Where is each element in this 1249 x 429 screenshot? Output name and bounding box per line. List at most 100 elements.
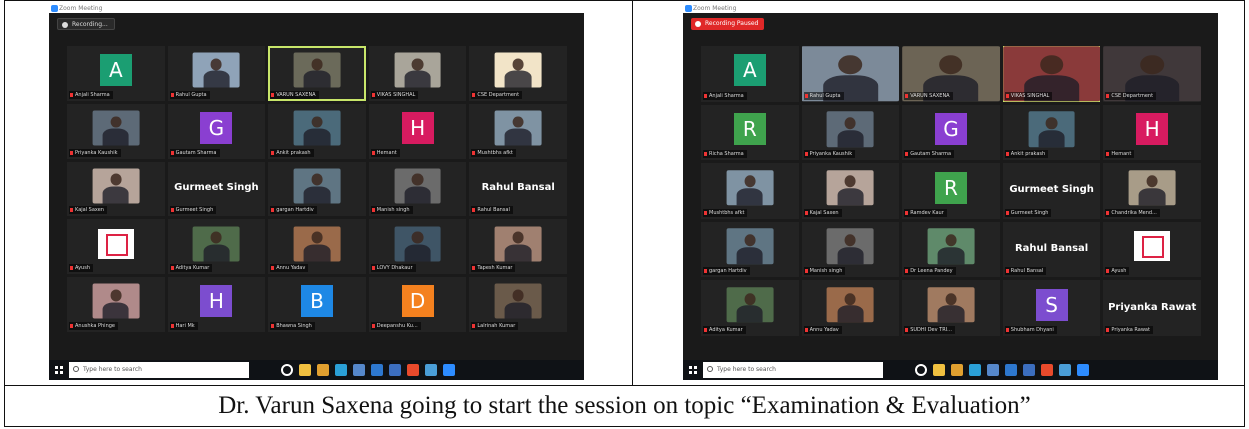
participant-name-label: CSE Department [1105, 91, 1157, 100]
participant-tile[interactable]: R Ramdev Kaur [902, 163, 1000, 219]
participant-tile[interactable]: A Anjali Sharma [67, 46, 165, 101]
participant-tile[interactable]: Rahul Bansal Rahul Bansal [1002, 221, 1101, 278]
explorer-icon[interactable] [299, 364, 311, 376]
office-icon[interactable] [1041, 364, 1053, 376]
participant-video [826, 287, 874, 323]
participant-tile[interactable]: G Gautam Sharma [167, 103, 266, 159]
participant-video [293, 168, 341, 204]
person-body-shape [505, 128, 532, 146]
participant-tile[interactable]: Aditya Kumar [701, 280, 799, 336]
participant-tile[interactable]: Rahul Gupta [167, 46, 266, 101]
participant-tile[interactable]: H Hari Mk [167, 277, 266, 332]
participant-tile[interactable]: Annu Yadav [268, 219, 366, 275]
participant-tile[interactable]: CSE Department [469, 46, 567, 101]
participant-tile[interactable]: Anushka Phinge [67, 277, 165, 332]
explorer-icon[interactable] [933, 364, 945, 376]
recording-indicator[interactable]: Recording Paused [691, 18, 765, 30]
taskbar-search-box[interactable]: Type here to search [69, 362, 249, 378]
participant-tile[interactable]: VARUN SAXENA [902, 46, 1000, 102]
taskbar-search-box[interactable]: Type here to search [703, 362, 883, 378]
mail-icon[interactable] [371, 364, 383, 376]
person-body-shape [404, 70, 431, 88]
participant-tile[interactable]: Ankit prakash [268, 103, 366, 159]
participant-tile[interactable]: VIKAS SINGHAL [368, 46, 467, 101]
participant-tile[interactable]: Kajal Saxen [801, 163, 900, 219]
edge-icon[interactable] [335, 364, 347, 376]
participant-tile[interactable]: Annu Yadav [801, 280, 900, 336]
person-body-shape [937, 246, 965, 265]
calendar-icon[interactable] [1023, 364, 1035, 376]
participant-tile[interactable]: CSE Department [1103, 46, 1201, 102]
participant-tile[interactable]: Mushtbhs afkt [469, 103, 567, 159]
participant-tile[interactable]: Aditya Kumar [167, 219, 266, 275]
file-manager-icon[interactable] [317, 364, 329, 376]
participant-tile[interactable]: A Anjali Sharma [701, 46, 799, 102]
edge-icon[interactable] [969, 364, 981, 376]
file-manager-icon[interactable] [951, 364, 963, 376]
store-icon[interactable] [353, 364, 365, 376]
participant-tile[interactable]: Ayush [1103, 221, 1201, 278]
participant-tile[interactable]: Rahul Gupta [801, 46, 900, 102]
person-silhouette-icon [1146, 175, 1158, 188]
participant-tile[interactable]: H Hemant [368, 103, 467, 159]
zoom-icon[interactable] [443, 364, 455, 376]
participant-tile[interactable]: S Shubham Dhyani [1002, 280, 1101, 336]
participant-tile[interactable]: Ayush [67, 219, 165, 275]
participant-tile[interactable]: Lalrinah Kumar [469, 277, 567, 332]
participant-name-label: Annu Yadav [803, 326, 842, 334]
participant-tile[interactable]: Priyanka Kaushik [67, 103, 165, 159]
participant-tile[interactable]: G Gautam Sharma [902, 104, 1000, 161]
participant-tile[interactable]: gargan Hartdiv [701, 221, 799, 278]
person-silhouette-icon [110, 289, 122, 302]
windows-start-icon[interactable] [55, 366, 63, 374]
participant-tile[interactable]: B Bhawna Singh [268, 277, 366, 332]
participant-tile[interactable]: SUDHI Dev TRI... [902, 280, 1000, 336]
participant-tile[interactable]: Kajal Saxen [67, 161, 165, 217]
participant-tile[interactable]: VIKAS SINGHAL [1002, 46, 1101, 102]
participant-tile[interactable]: VARUN SAXENA [268, 46, 366, 101]
participant-tile[interactable]: D Deepanshu Ku... [368, 277, 467, 332]
participant-tile[interactable]: Dr Leena Pandey [902, 221, 1000, 278]
participant-tile[interactable]: Manish singh [801, 221, 900, 278]
participant-tile[interactable]: Chandrika Mend... [1103, 163, 1201, 219]
participant-avatar: A [99, 54, 132, 87]
participant-display-name: Gurmeet Singh [174, 182, 259, 194]
recording-indicator[interactable]: Recording... [57, 18, 115, 30]
participant-tile[interactable]: LOVY Dhakaur [368, 219, 467, 275]
person-silhouette-icon [512, 58, 524, 71]
window-title: Zoom Meeting [693, 5, 737, 12]
participant-tile[interactable]: gargan Hartdiv [268, 161, 366, 217]
participant-tile[interactable]: Rahul Bansal Rahul Bansal [469, 161, 567, 217]
participant-video [92, 110, 140, 146]
participant-name-label: Mushtbhs afkt [703, 208, 748, 217]
windows-start-icon[interactable] [689, 366, 697, 374]
person-silhouette-icon [939, 54, 963, 74]
task-view-icon[interactable] [281, 364, 293, 376]
mail-icon[interactable] [1005, 364, 1017, 376]
calendar-icon[interactable] [389, 364, 401, 376]
participant-tile[interactable]: H Hemant [1103, 104, 1201, 161]
participant-tile[interactable]: Tapesh Kumar [469, 219, 567, 275]
participant-tile[interactable]: Priyanka Kaushik [801, 104, 900, 161]
taskbar-search-placeholder: Type here to search [717, 366, 776, 373]
store-icon[interactable] [987, 364, 999, 376]
participant-tile[interactable]: Mushtbhs afkt [701, 163, 799, 219]
zoom-icon[interactable] [1077, 364, 1089, 376]
participant-video [293, 110, 341, 146]
participant-tile[interactable]: R Richa Sharma [701, 104, 799, 161]
person-silhouette-icon [744, 292, 756, 305]
participant-name-label: Ankit prakash [1004, 150, 1049, 159]
participant-tile[interactable]: Ankit prakash [1002, 104, 1101, 161]
participant-video [192, 225, 240, 262]
person-body-shape [505, 70, 532, 88]
participant-tile[interactable]: Gurmeet Singh Gurmeet Singh [167, 161, 266, 217]
person-body-shape [404, 244, 431, 262]
office-icon[interactable] [407, 364, 419, 376]
chrome-icon[interactable] [1059, 364, 1071, 376]
participant-tile[interactable]: Gurmeet Singh Gurmeet Singh [1002, 163, 1101, 219]
chrome-icon[interactable] [425, 364, 437, 376]
participant-tile[interactable]: Manish singh [368, 161, 467, 217]
person-body-shape [1038, 129, 1065, 147]
task-view-icon[interactable] [915, 364, 927, 376]
participant-tile[interactable]: Priyanka Rawat Priyanka Rawat [1103, 280, 1201, 336]
